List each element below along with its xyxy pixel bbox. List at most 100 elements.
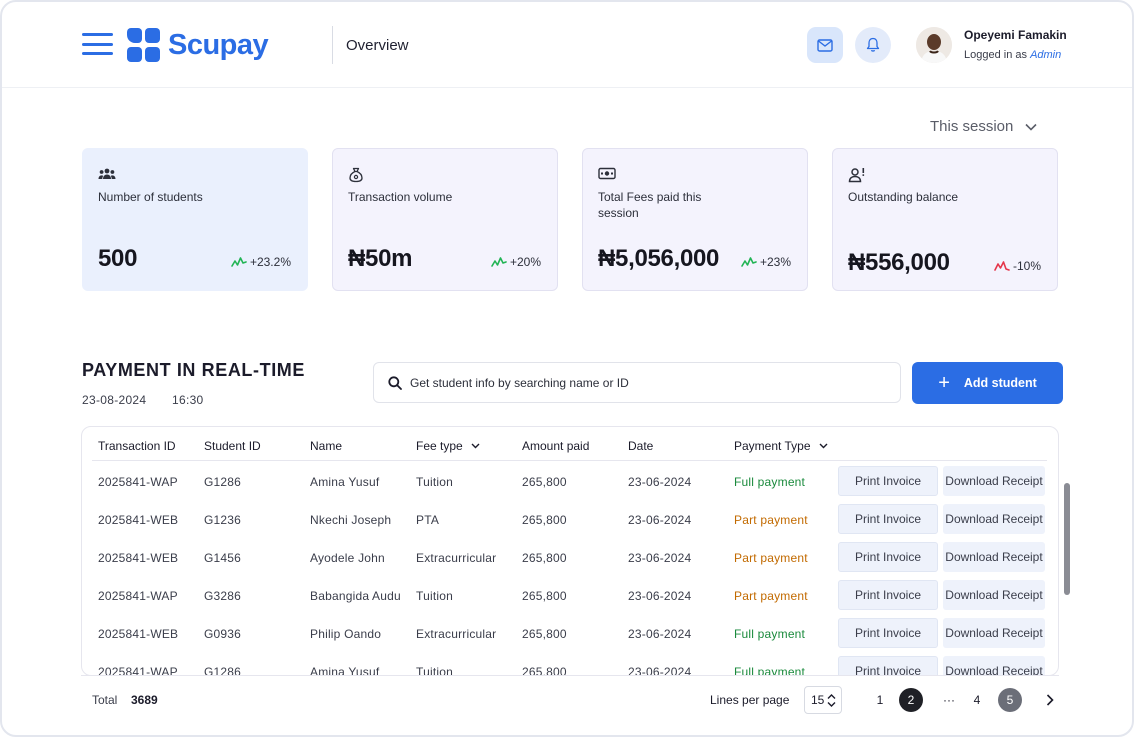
lines-per-page-select[interactable]: 15: [804, 686, 842, 714]
column-header: Name: [310, 439, 343, 453]
print-invoice-button[interactable]: Print Invoice: [838, 504, 938, 534]
cell-fee-type: Tuition: [416, 475, 453, 489]
total-label: Total: [92, 693, 118, 707]
stat-change: +23.2%: [231, 255, 291, 269]
page-ellipsis[interactable]: ···: [937, 688, 961, 712]
section-time: 16:30: [172, 393, 204, 407]
download-receipt-button[interactable]: Download Receipt: [943, 580, 1045, 610]
cell-student-id: G0936: [204, 627, 242, 641]
cell-name: Ayodele John: [310, 551, 385, 565]
stat-change-value: +23.2%: [249, 255, 291, 269]
table-row: 2025841-WAP G3286 Babangida Audu Tuition…: [92, 576, 1047, 614]
column-header: Fee type: [416, 439, 463, 453]
column-header: Payment Type: [734, 439, 811, 453]
cell-payment-type: Part payment: [734, 589, 808, 603]
cell-amount: 265,800: [522, 551, 567, 565]
table-row: 2025841-WEB G1236 Nkechi Joseph PTA 265,…: [92, 500, 1047, 538]
cell-transaction-id: 2025841-WEB: [98, 627, 179, 641]
money-bag-icon: [348, 167, 364, 188]
stat-label: Outstanding balance: [848, 190, 959, 204]
user-alert-icon: [848, 167, 866, 188]
chevron-down-icon: [819, 443, 827, 449]
stat-value: ₦50m: [348, 245, 413, 272]
mail-icon: [817, 38, 833, 52]
user-name: Opeyemi Famakin: [964, 28, 1067, 42]
page-1[interactable]: 1: [868, 688, 892, 712]
payment-type-filter[interactable]: Payment Type: [734, 439, 828, 453]
user-role: Logged in as Admin: [964, 49, 1061, 61]
next-page-button[interactable]: [1038, 688, 1062, 712]
column-header: Amount paid: [522, 439, 590, 453]
stat-change-value: -10%: [1012, 259, 1041, 273]
print-invoice-button[interactable]: Print Invoice: [838, 580, 938, 610]
table-row: 2025841-WEB G0936 Philip Oando Extracurr…: [92, 614, 1047, 652]
logo[interactable]: Scupay: [127, 28, 269, 62]
bell-icon: [866, 37, 880, 52]
page-5[interactable]: 5: [998, 688, 1022, 712]
download-receipt-button[interactable]: Download Receipt: [943, 466, 1045, 496]
cell-amount: 265,800: [522, 589, 567, 603]
download-receipt-button[interactable]: Download Receipt: [943, 656, 1045, 675]
search-box[interactable]: [373, 362, 901, 403]
print-invoice-button[interactable]: Print Invoice: [838, 466, 938, 496]
session-value: This session: [930, 118, 1014, 135]
lines-per-page-value: 15: [811, 693, 825, 707]
table-scrollbar[interactable]: [1064, 483, 1070, 595]
table-row: 2025841-WAP G1286 Amina Yusuf Tuition 26…: [92, 462, 1047, 500]
stat-label: Total Fees paid this session: [598, 190, 702, 220]
page-title: Overview: [346, 37, 409, 54]
download-receipt-button[interactable]: Download Receipt: [943, 542, 1045, 572]
cell-fee-type: Tuition: [416, 589, 453, 603]
fee-type-filter[interactable]: Fee type: [416, 439, 480, 453]
footer-divider: [81, 675, 1059, 676]
stat-change: -10%: [994, 259, 1041, 273]
cell-student-id: G1286: [204, 475, 242, 489]
cell-fee-type: Extracurricular: [416, 627, 497, 641]
cell-date: 23-06-2024: [628, 627, 692, 641]
stat-change: +20%: [491, 255, 541, 269]
stat-change-value: +20%: [509, 255, 541, 269]
cell-student-id: G1456: [204, 551, 242, 565]
print-invoice-button[interactable]: Print Invoice: [838, 542, 938, 572]
print-invoice-button[interactable]: Print Invoice: [838, 656, 938, 675]
download-receipt-button[interactable]: Download Receipt: [943, 504, 1045, 534]
cell-name: Nkechi Joseph: [310, 513, 392, 527]
stat-change: +23%: [741, 255, 791, 269]
stat-value: 500: [98, 245, 138, 272]
download-receipt-button[interactable]: Download Receipt: [943, 618, 1045, 648]
menu-icon[interactable]: [82, 33, 113, 55]
cell-date: 23-06-2024: [628, 589, 692, 603]
stat-card-outstanding-balance: Outstanding balance ₦556,000 -10%: [832, 148, 1058, 291]
cell-student-id: G1236: [204, 513, 242, 527]
cell-payment-type: Part payment: [734, 551, 808, 565]
add-student-button[interactable]: + Add student: [912, 362, 1063, 404]
role-prefix: Logged in as: [964, 49, 1027, 61]
lines-per-page-label: Lines per page: [710, 693, 790, 707]
top-header: Scupay Overview Opeyemi Famakin Logged i…: [2, 2, 1132, 88]
page-4[interactable]: 4: [965, 688, 989, 712]
scupay-logo-icon: [127, 28, 161, 62]
cell-transaction-id: 2025841-WAP: [98, 475, 178, 489]
avatar[interactable]: [916, 27, 952, 63]
header-divider: [332, 26, 333, 64]
notifications-button[interactable]: [855, 27, 891, 63]
cell-fee-type: PTA: [416, 513, 440, 527]
stat-label: Transaction volume: [348, 190, 453, 204]
column-header: Student ID: [204, 439, 261, 453]
mail-button[interactable]: [807, 27, 843, 63]
column-header: Date: [628, 439, 654, 453]
stat-change-value: +23%: [759, 255, 791, 269]
cell-date: 23-06-2024: [628, 475, 692, 489]
cell-name: Amina Yusuf: [310, 475, 380, 489]
cell-fee-type: Extracurricular: [416, 551, 497, 565]
cell-student-id: G3286: [204, 589, 242, 603]
stat-value: ₦5,056,000: [598, 245, 720, 272]
search-input[interactable]: [410, 375, 880, 390]
page-2-current[interactable]: 2: [899, 688, 923, 712]
cell-amount: 265,800: [522, 627, 567, 641]
stat-label: Number of students: [98, 190, 203, 204]
session-dropdown[interactable]: This session: [930, 118, 1037, 135]
add-student-label: Add student: [963, 376, 1037, 390]
print-invoice-button[interactable]: Print Invoice: [838, 618, 938, 648]
section-title: PAYMENT IN REAL-TIME: [82, 360, 306, 380]
